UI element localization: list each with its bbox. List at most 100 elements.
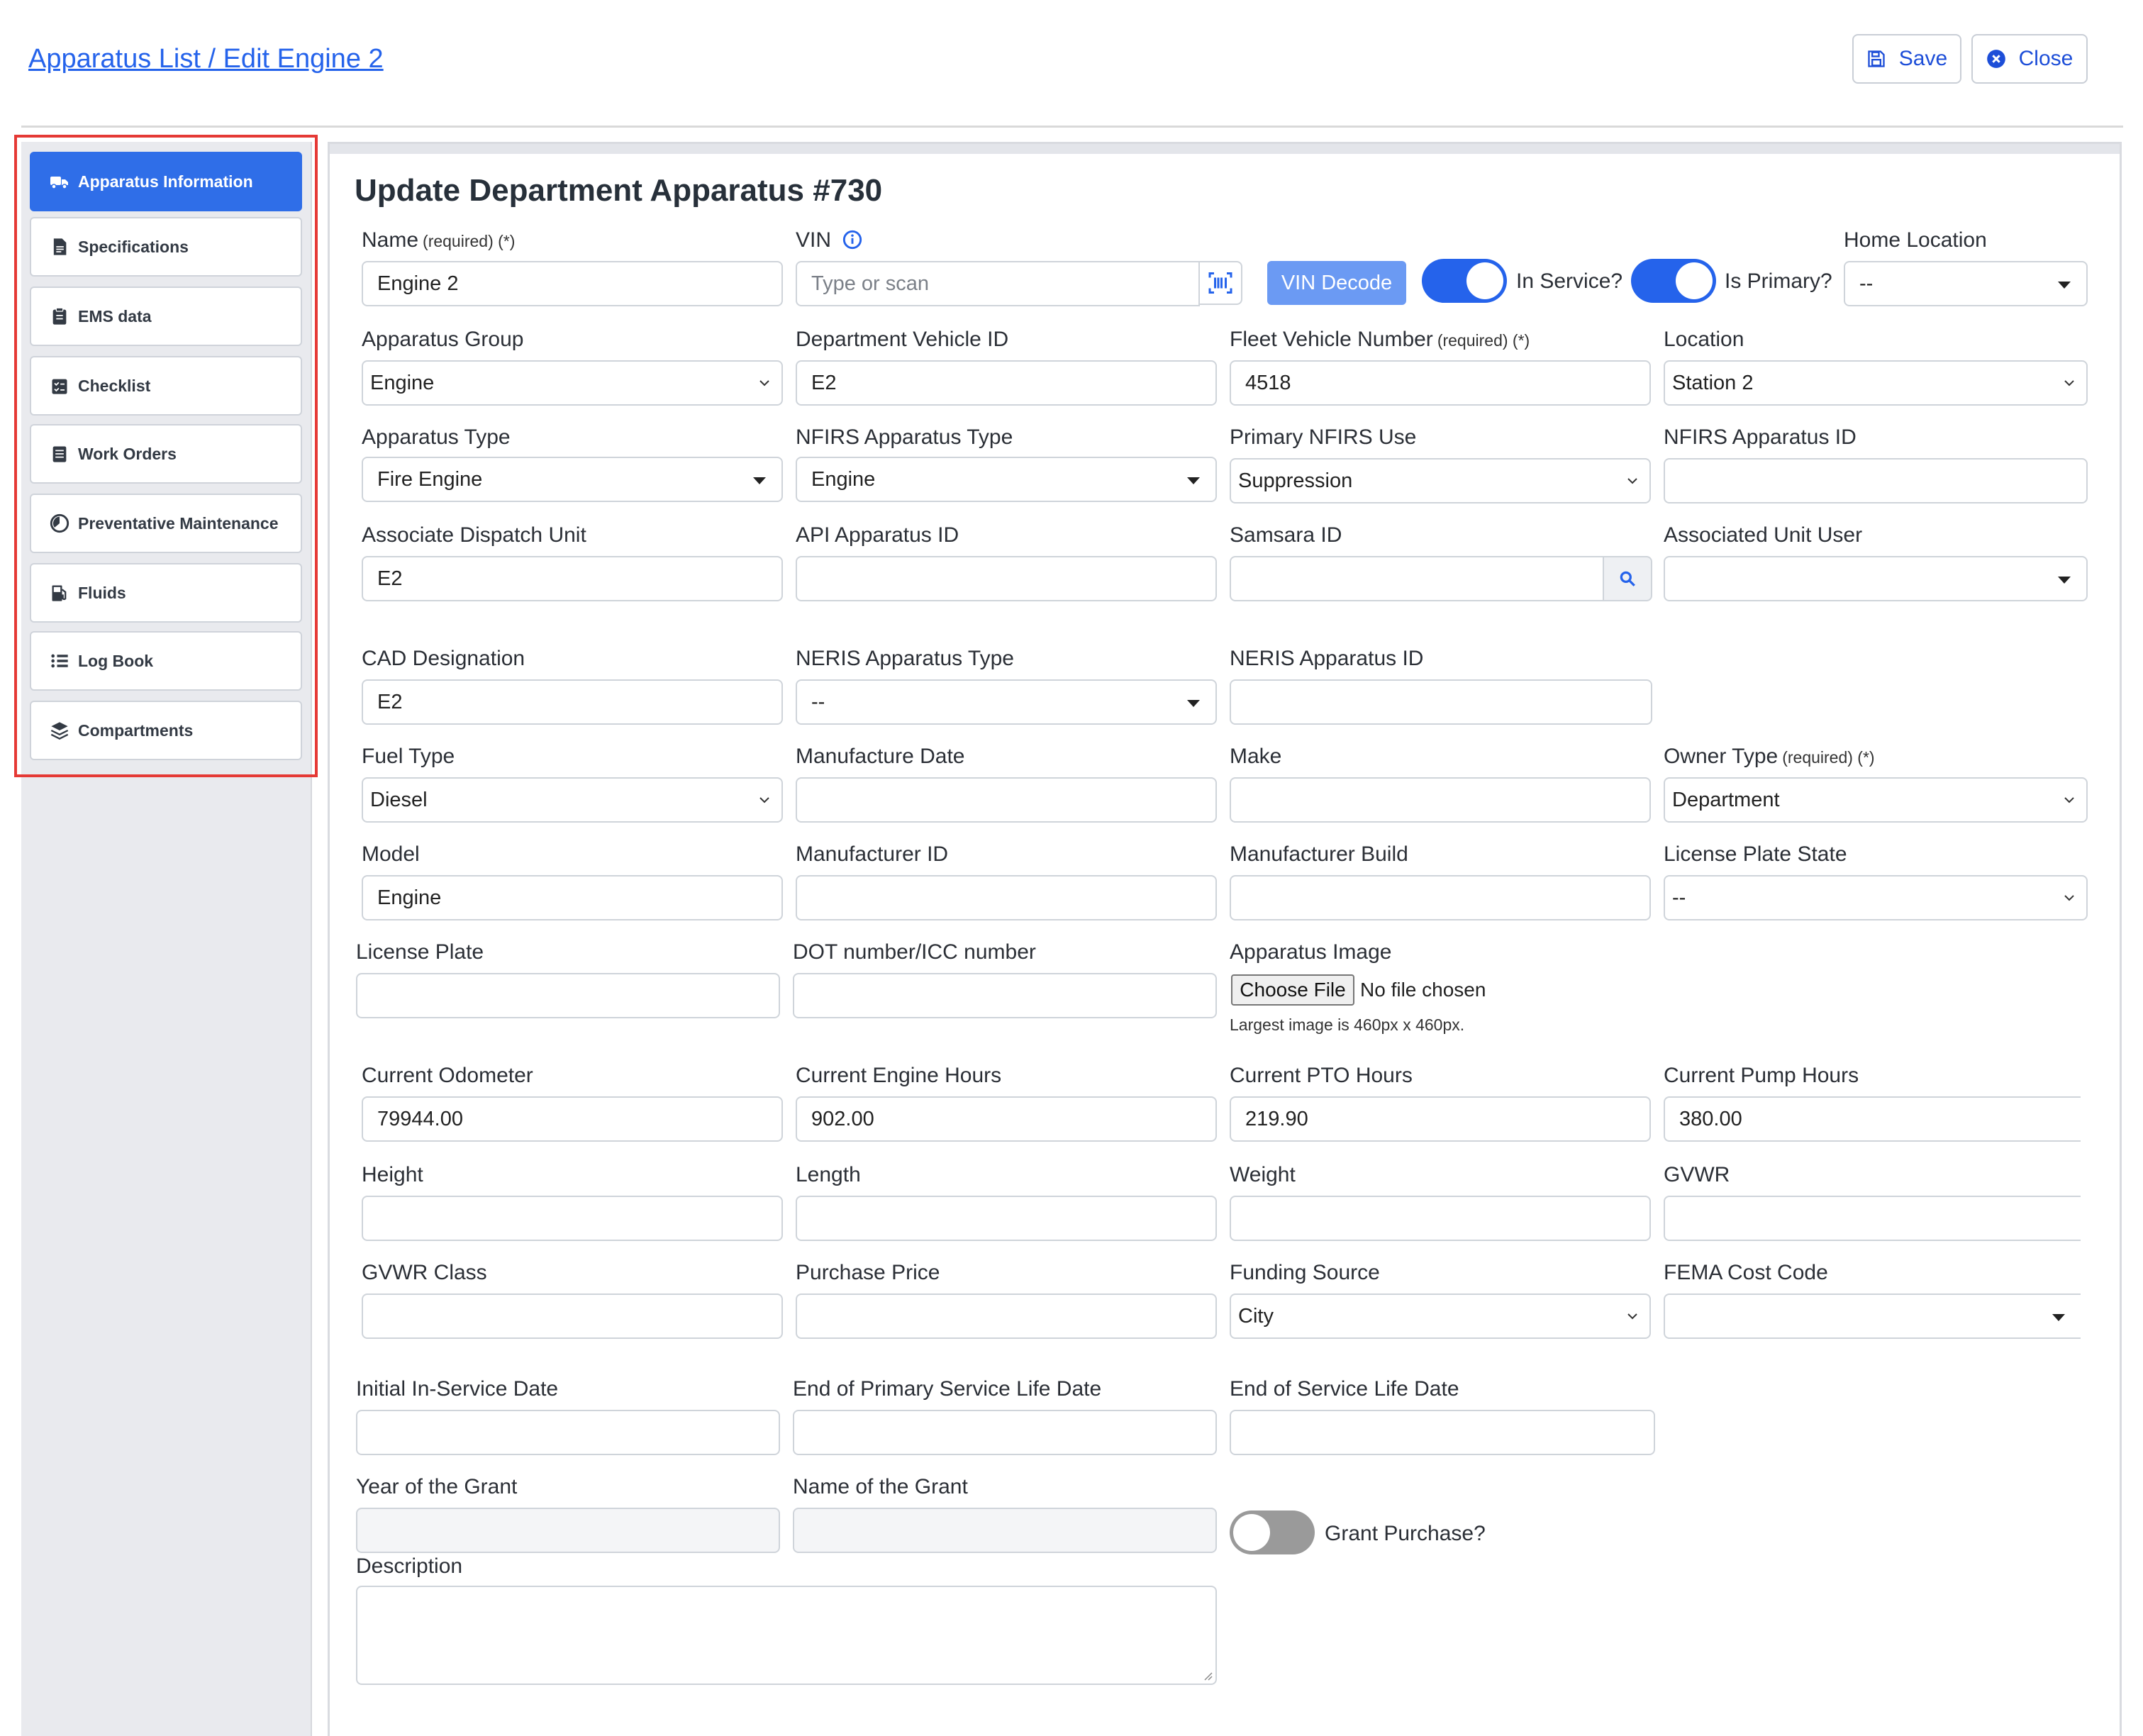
barcode-scan-button[interactable] <box>1198 261 1242 305</box>
funding-source-label: Funding Source <box>1230 1261 1380 1284</box>
fuel-pump-icon <box>52 585 67 601</box>
owner-type-label: Owner Type (required) (*) <box>1664 745 1875 768</box>
sidebar-item-label: Log Book <box>78 651 154 670</box>
is-primary-toggle[interactable] <box>1631 259 1716 303</box>
nfirs-apparatus-id-field[interactable] <box>1664 458 2088 503</box>
fleet-vehicle-number-label: Fleet Vehicle Number (required) (*) <box>1230 328 1530 351</box>
apparatus-type-select[interactable]: Fire Engine <box>362 457 783 502</box>
grant-purchase-toggle[interactable] <box>1230 1510 1315 1554</box>
license-plate-field[interactable] <box>356 973 780 1018</box>
gvwr-class-field[interactable] <box>362 1293 783 1339</box>
current-engine-hours-field[interactable]: 902.00 <box>796 1096 1217 1142</box>
sidebar-item-specifications[interactable]: Specifications <box>30 217 302 277</box>
in-service-toggle[interactable] <box>1422 259 1507 303</box>
home-location-label: Home Location <box>1844 228 1987 252</box>
sidebar-item-apparatus-information[interactable]: Apparatus Information <box>30 152 302 211</box>
funding-source-select[interactable]: City <box>1230 1293 1651 1339</box>
close-circle-icon <box>1986 50 2005 68</box>
gvwr-field[interactable] <box>1664 1196 2081 1241</box>
neris-apparatus-type-select[interactable]: -- <box>796 679 1217 725</box>
toggle-knob <box>1233 1514 1270 1551</box>
neris-apparatus-type-label: NERIS Apparatus Type <box>796 647 1014 670</box>
sidebar-item-ems-data[interactable]: EMS data <box>30 286 302 346</box>
vin-input[interactable]: Type or scan <box>796 261 1200 306</box>
sidebar-item-compartments[interactable]: Compartments <box>30 701 302 760</box>
manufacturer-build-label: Manufacturer Build <box>1230 842 1408 866</box>
list-icon <box>51 654 68 668</box>
location-label: Location <box>1664 328 1744 351</box>
make-label: Make <box>1230 745 1282 768</box>
manufacturer-id-field[interactable] <box>796 875 1217 920</box>
owner-type-select[interactable]: Department <box>1664 777 2088 823</box>
in-service-label: In Service? <box>1516 269 1623 293</box>
current-odometer-label: Current Odometer <box>362 1064 533 1087</box>
page-header <box>21 21 2123 128</box>
sidebar-item-checklist[interactable]: Checklist <box>30 356 302 416</box>
year-of-grant-field[interactable] <box>356 1508 780 1553</box>
fuel-type-select[interactable]: Diesel <box>362 777 783 823</box>
fleet-vehicle-number-field[interactable]: 4518 <box>1230 360 1651 406</box>
current-pump-hours-field[interactable]: 380.00 <box>1664 1096 2081 1142</box>
model-field[interactable]: Engine <box>362 875 783 920</box>
description-textarea[interactable] <box>356 1586 1217 1685</box>
end-service-label: End of Service Life Date <box>1230 1377 1459 1401</box>
name-of-grant-field[interactable] <box>793 1508 1217 1553</box>
height-field[interactable] <box>362 1196 783 1241</box>
apparatus-group-select[interactable]: Engine <box>362 360 783 406</box>
manufacturer-build-field[interactable] <box>1230 875 1651 920</box>
sidebar-item-fluids[interactable]: Fluids <box>30 563 302 623</box>
dropdown-triangle-icon <box>2052 1314 2065 1321</box>
location-select[interactable]: Station 2 <box>1664 360 2088 406</box>
chevron-down-icon <box>759 380 769 386</box>
fema-cost-code-select[interactable] <box>1664 1293 2081 1339</box>
close-label: Close <box>2018 47 2074 70</box>
toggle-knob <box>1676 262 1713 299</box>
breadcrumb[interactable]: Apparatus List / Edit Engine 2 <box>28 44 384 74</box>
sidebar-item-label: Work Orders <box>78 444 177 463</box>
apparatus-type-label: Apparatus Type <box>362 425 511 449</box>
sidebar-item-preventative-maintenance[interactable]: Preventative Maintenance <box>30 494 302 553</box>
samsara-id-field[interactable] <box>1230 556 1604 601</box>
save-button[interactable]: Save <box>1852 34 1961 84</box>
department-vehicle-id-field[interactable]: E2 <box>796 360 1217 406</box>
associated-unit-user-select[interactable] <box>1664 556 2088 601</box>
neris-apparatus-id-field[interactable] <box>1230 679 1652 725</box>
license-plate-label: License Plate <box>356 940 484 964</box>
name-field[interactable]: Engine 2 <box>362 261 783 306</box>
cad-designation-field[interactable]: E2 <box>362 679 783 725</box>
nfirs-apparatus-type-select[interactable]: Engine <box>796 457 1217 502</box>
dropdown-triangle-icon <box>2058 577 2071 584</box>
info-icon[interactable] <box>842 230 862 250</box>
license-plate-state-select[interactable]: -- <box>1664 875 2088 920</box>
purchase-price-field[interactable] <box>796 1293 1217 1339</box>
associate-dispatch-unit-field[interactable]: E2 <box>362 556 783 601</box>
end-service-field[interactable] <box>1230 1410 1655 1455</box>
home-location-select[interactable]: -- <box>1844 261 2088 306</box>
weight-field[interactable] <box>1230 1196 1651 1241</box>
save-icon <box>1868 50 1885 67</box>
current-pto-hours-field[interactable]: 219.90 <box>1230 1096 1651 1142</box>
choose-file-button[interactable]: Choose File <box>1231 974 1354 1006</box>
initial-in-service-date-field[interactable] <box>356 1410 780 1455</box>
current-odometer-field[interactable]: 79944.00 <box>362 1096 783 1142</box>
associated-unit-user-label: Associated Unit User <box>1664 523 1863 547</box>
primary-nfirs-use-select[interactable]: Suppression <box>1230 458 1651 503</box>
clipboard-icon <box>52 307 67 325</box>
description-label: Description <box>356 1554 463 1578</box>
sidebar-item-work-orders[interactable]: Work Orders <box>30 424 302 484</box>
current-engine-hours-label: Current Engine Hours <box>796 1064 1002 1087</box>
end-primary-service-label: End of Primary Service Life Date <box>793 1377 1102 1401</box>
fema-cost-code-label: FEMA Cost Code <box>1664 1261 1828 1284</box>
samsara-search-button[interactable] <box>1603 556 1652 601</box>
length-field[interactable] <box>796 1196 1217 1241</box>
make-field[interactable] <box>1230 777 1651 823</box>
dot-number-field[interactable] <box>793 973 1217 1018</box>
end-primary-service-field[interactable] <box>793 1410 1217 1455</box>
sidebar-item-log-book[interactable]: Log Book <box>30 631 302 691</box>
vin-decode-button[interactable]: VIN Decode <box>1267 261 1406 305</box>
api-apparatus-id-field[interactable] <box>796 556 1217 601</box>
resize-handle-icon[interactable] <box>1203 1671 1213 1681</box>
api-apparatus-id-label: API Apparatus ID <box>796 523 959 547</box>
manufacture-date-field[interactable] <box>796 777 1217 823</box>
close-button[interactable]: Close <box>1971 34 2088 84</box>
